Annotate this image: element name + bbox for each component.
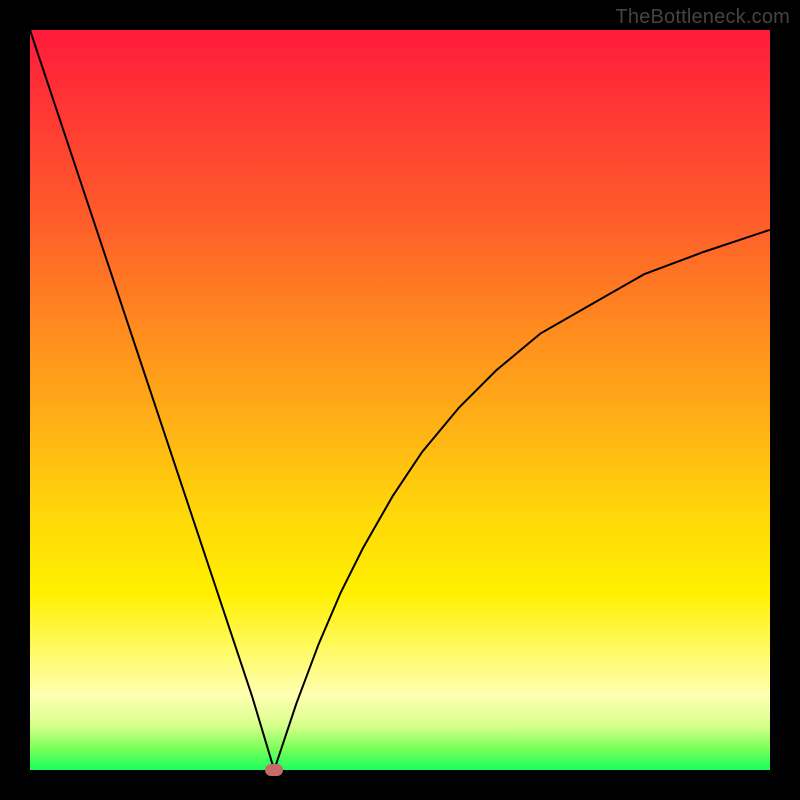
watermark-text: TheBottleneck.com xyxy=(615,6,790,29)
minimum-marker xyxy=(265,764,283,776)
plot-area xyxy=(30,30,770,770)
chart-frame: TheBottleneck.com xyxy=(0,0,800,800)
bottleneck-curve xyxy=(30,30,770,770)
